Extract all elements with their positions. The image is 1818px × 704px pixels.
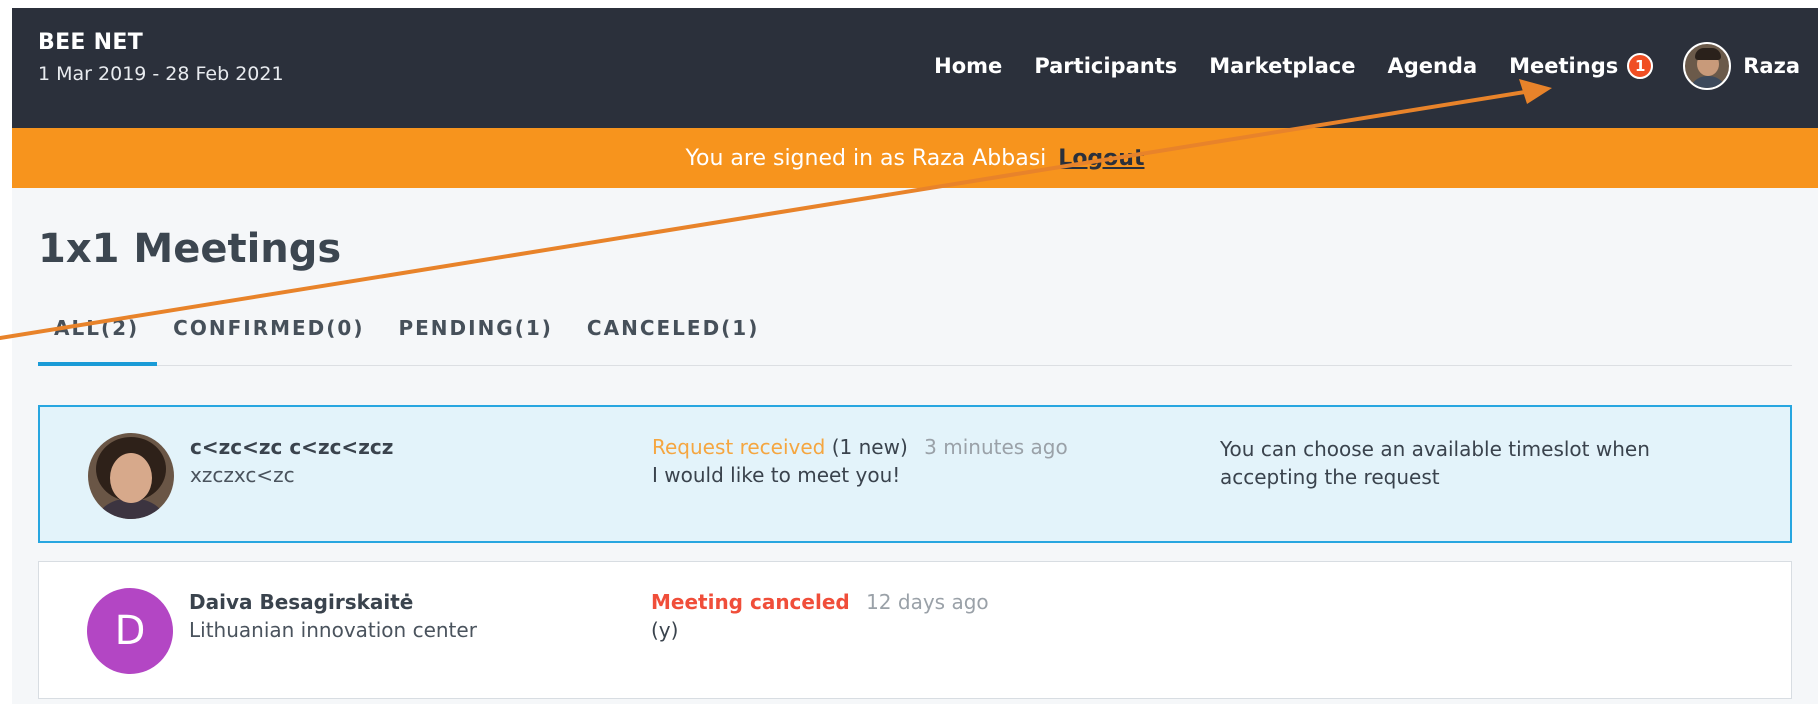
participant-organization: Lithuanian innovation center <box>189 618 477 642</box>
status-time: 3 minutes ago <box>924 435 1068 459</box>
meeting-status: Request received (1 new) 3 minutes ago <box>652 435 1068 459</box>
meeting-card-canceled[interactable]: D Daiva Besagirskaitė Lithuanian innovat… <box>38 561 1792 699</box>
status-label: Meeting canceled <box>651 590 850 614</box>
nav-agenda[interactable]: Agenda <box>1387 54 1477 78</box>
participant-photo <box>88 433 174 519</box>
signed-in-text: You are signed in as Raza Abbasi <box>685 145 1047 171</box>
brand-name: BEE NET <box>38 30 144 55</box>
photo-face <box>110 453 152 503</box>
nav-meetings[interactable]: Meetings 1 <box>1509 53 1654 79</box>
participant-initial-avatar: D <box>87 588 173 674</box>
main-nav: Home Participants Marketplace Agenda Mee… <box>902 42 1800 90</box>
event-dates: 1 Mar 2019 - 28 Feb 2021 <box>38 63 284 85</box>
nav-home[interactable]: Home <box>934 54 1002 78</box>
page-title: 1x1 Meetings <box>38 226 342 272</box>
avatar-body <box>1689 76 1728 88</box>
nav-meetings-label: Meetings <box>1509 54 1619 78</box>
participant-organization: xzczxc<zc <box>190 463 295 487</box>
avatar-hair <box>1695 48 1722 60</box>
tab-canceled[interactable]: CANCELED(1) <box>571 304 777 366</box>
timeslot-note: You can choose an available timeslot whe… <box>1220 437 1650 489</box>
brand[interactable]: BEE NET 1 Mar 2019 - 28 Feb 2021 <box>38 30 284 85</box>
participant-name[interactable]: c<zc<zc c<zc<zcz <box>190 435 393 459</box>
nav-participants[interactable]: Participants <box>1034 54 1177 78</box>
tab-pending[interactable]: PENDING(1) <box>382 304 570 366</box>
meeting-card-request[interactable]: c<zc<zc c<zc<zcz xzczxc<zc Request recei… <box>38 405 1792 543</box>
new-count: (1 new) <box>831 435 908 459</box>
app-frame: BEE NET 1 Mar 2019 - 28 Feb 2021 Home Pa… <box>12 8 1818 704</box>
status-time: 12 days ago <box>866 590 989 614</box>
participant-name[interactable]: Daiva Besagirskaitė <box>189 590 413 614</box>
tab-confirmed[interactable]: CONFIRMED(0) <box>157 304 382 366</box>
user-avatar[interactable] <box>1683 42 1732 90</box>
meeting-status: Meeting canceled 12 days ago <box>651 590 989 614</box>
user-name[interactable]: Raza <box>1743 54 1800 78</box>
nav-marketplace[interactable]: Marketplace <box>1209 54 1355 78</box>
top-navigation-bar: BEE NET 1 Mar 2019 - 28 Feb 2021 Home Pa… <box>12 8 1818 128</box>
logout-link[interactable]: Logout <box>1058 146 1144 171</box>
signed-in-banner: You are signed in as Raza Abbasi Logout <box>12 128 1818 188</box>
status-label: Request received <box>652 435 826 459</box>
meeting-message: (y) <box>651 618 679 642</box>
meeting-message: I would like to meet you! <box>652 463 901 487</box>
tab-all[interactable]: ALL(2) <box>38 304 158 366</box>
meeting-filter-tabs: ALL(2) CONFIRMED(0) PENDING(1) CANCELED(… <box>38 304 1792 366</box>
meetings-notification-badge: 1 <box>1627 53 1654 79</box>
